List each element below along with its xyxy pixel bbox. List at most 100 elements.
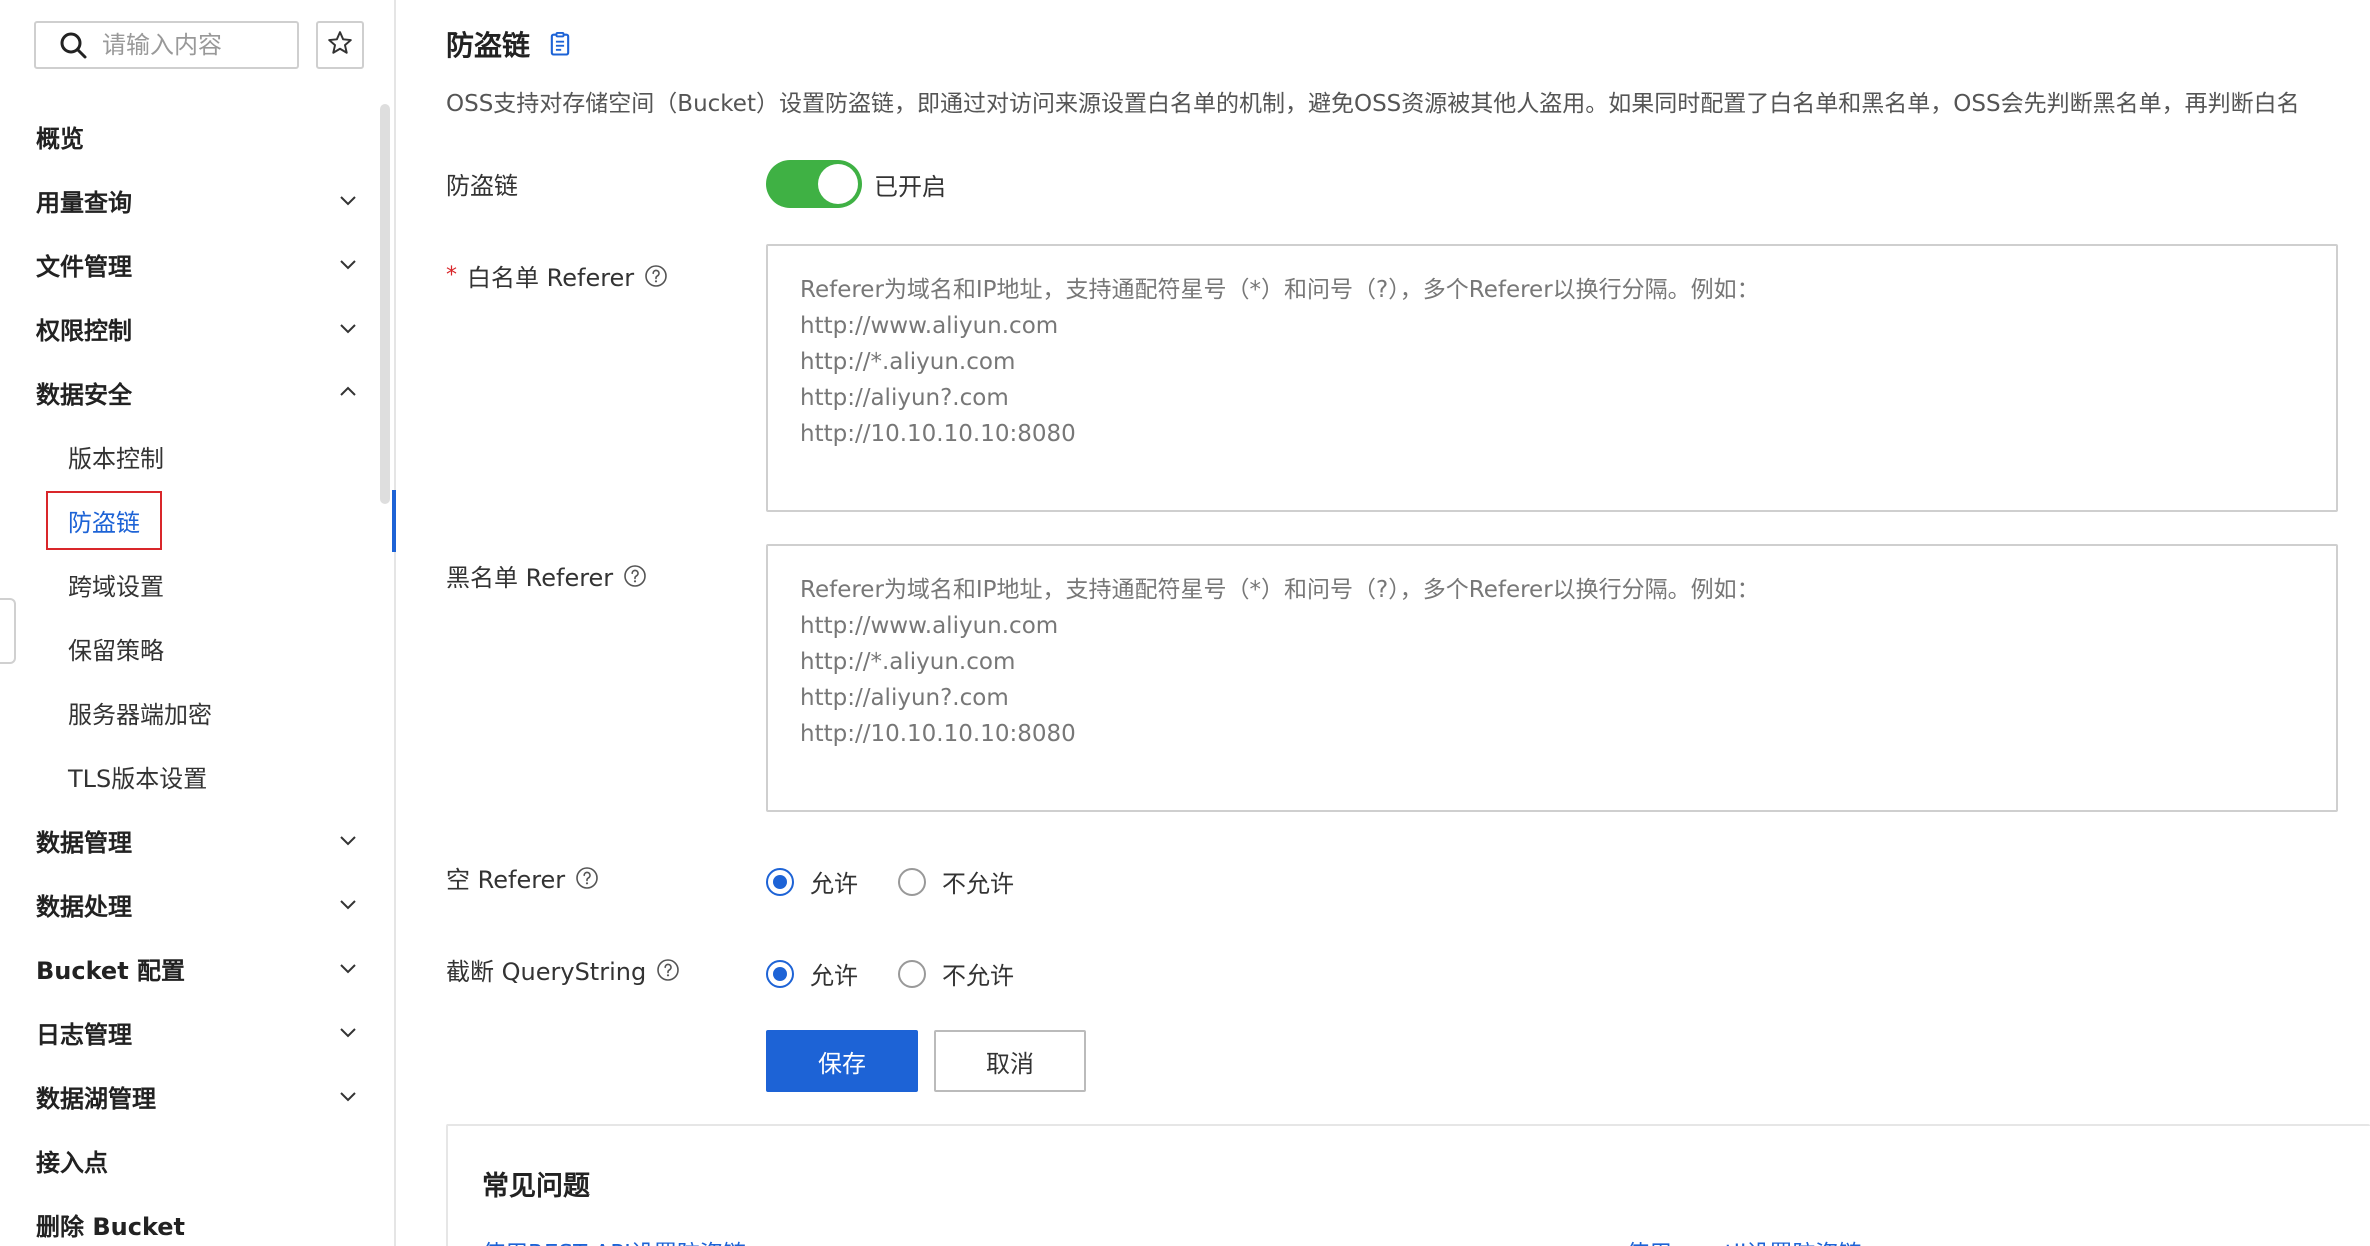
- sidebar-item-data-management[interactable]: 数据管理: [0, 808, 380, 872]
- sidebar-item-label: 服务器端加密: [68, 700, 212, 729]
- radio-circle-checked: [766, 867, 794, 896]
- sidebar: 概览 用量查询 文件管理 权限控制 数据安全 版本控制 防盗链: [0, 0, 402, 1246]
- sidebar-item-label: 数据处理: [36, 892, 132, 921]
- sidebar-item-label: 数据安全: [36, 380, 132, 409]
- chevron-down-icon: [340, 1092, 356, 1102]
- sidebar-nav: 概览 用量查询 文件管理 权限控制 数据安全 版本控制 防盗链 跨域设置 保留策…: [0, 104, 380, 1246]
- search-icon: [54, 23, 94, 67]
- blacklist-label-text: 黑名单 Referer: [446, 564, 614, 592]
- faq-link-rest-api[interactable]: 使用REST API设置防盗链: [482, 1234, 746, 1246]
- radio-label: 不允许: [942, 870, 1014, 898]
- empty-referer-deny-radio[interactable]: 不允许: [898, 864, 1014, 899]
- sidebar-collapse-handle[interactable]: [0, 598, 16, 664]
- sidebar-item-data-processing[interactable]: 数据处理: [0, 872, 380, 936]
- empty-referer-radio-group: 允许 不允许: [766, 864, 1054, 899]
- radio-label: 允许: [810, 962, 858, 990]
- sidebar-item-logging[interactable]: 日志管理: [0, 1000, 380, 1064]
- sidebar-subitem-cors[interactable]: 跨域设置: [0, 552, 380, 616]
- sidebar-item-label: 日志管理: [36, 1020, 132, 1049]
- chevron-down-icon: [340, 836, 356, 846]
- sidebar-item-label: 概览: [36, 124, 84, 153]
- truncate-querystring-label: 截断 QueryString: [446, 952, 680, 987]
- sidebar-item-label: 删除 Bucket: [36, 1212, 186, 1241]
- sidebar-item-label: 版本控制: [68, 444, 164, 473]
- radio-label: 不允许: [942, 962, 1014, 990]
- radio-label: 允许: [810, 870, 858, 898]
- sidebar-item-overview[interactable]: 概览: [0, 104, 380, 168]
- radio-circle: [898, 867, 926, 896]
- whitelist-label-text: 白名单 Referer: [467, 264, 635, 292]
- sidebar-item-label: 用量查询: [36, 188, 132, 217]
- faq-title: 常见问题: [482, 1171, 590, 1202]
- sidebar-item-label: TLS版本设置: [68, 764, 208, 793]
- sidebar-item-label: 权限控制: [36, 316, 132, 345]
- chevron-down-icon: [340, 1028, 356, 1038]
- sidebar-item-bucket-config[interactable]: Bucket 配置: [0, 936, 380, 1000]
- sidebar-item-delete-bucket[interactable]: 删除 Bucket: [0, 1192, 380, 1246]
- hotlink-status-text: 已开启: [874, 172, 946, 201]
- sidebar-subitem-versioning[interactable]: 版本控制: [0, 424, 380, 488]
- app-root: 概览 用量查询 文件管理 权限控制 数据安全 版本控制 防盗链: [0, 0, 2370, 1246]
- save-button[interactable]: 保存: [766, 1030, 918, 1092]
- help-icon[interactable]: [575, 866, 599, 890]
- chevron-down-icon: [340, 196, 356, 206]
- cancel-button[interactable]: 取消: [934, 1030, 1086, 1092]
- empty-referer-label: 空 Referer: [446, 860, 599, 895]
- chevron-down-icon: [340, 964, 356, 974]
- sidebar-item-usage[interactable]: 用量查询: [0, 168, 380, 232]
- favorite-button[interactable]: [316, 21, 364, 69]
- truncate-querystring-allow-radio[interactable]: 允许: [766, 956, 858, 991]
- sidebar-item-label: 接入点: [36, 1148, 108, 1177]
- main-content: 防盗链 OSS支持对存储空间（Bucket）设置防盗链，即通过对访问来源设置白名…: [446, 0, 2370, 1246]
- sidebar-item-label: 跨域设置: [68, 572, 164, 601]
- sidebar-item-label: 文件管理: [36, 252, 132, 281]
- truncate-querystring-label-text: 截断 QueryString: [446, 958, 647, 986]
- sidebar-item-files[interactable]: 文件管理: [0, 232, 380, 296]
- sidebar-item-label: 防盗链: [46, 490, 162, 550]
- sidebar-subitem-encryption[interactable]: 服务器端加密: [0, 680, 380, 744]
- page-header: 防盗链: [446, 24, 574, 64]
- sidebar-item-label: Bucket 配置: [36, 956, 186, 985]
- sidebar-item-label: 数据管理: [36, 828, 132, 857]
- help-icon[interactable]: [656, 958, 680, 982]
- sidebar-subitem-hotlink-protection[interactable]: 防盗链: [0, 488, 380, 552]
- sidebar-item-data-lake[interactable]: 数据湖管理: [0, 1064, 380, 1128]
- document-icon[interactable]: [546, 30, 574, 58]
- radio-circle: [898, 959, 926, 988]
- sidebar-scrollbar[interactable]: [380, 104, 390, 504]
- toggle-knob: [818, 164, 858, 204]
- help-icon[interactable]: [644, 264, 668, 288]
- blacklist-referer-input[interactable]: [766, 544, 2338, 812]
- empty-referer-allow-radio[interactable]: 允许: [766, 864, 858, 899]
- chevron-down-icon: [340, 324, 356, 334]
- faq-panel: 常见问题 使用REST API设置防盗链 使用ossutil设置防盗链: [446, 1124, 2370, 1246]
- page-description: OSS支持对存储空间（Bucket）设置防盗链，即通过对访问来源设置白名单的机制…: [446, 91, 2300, 117]
- hotlink-toggle[interactable]: [766, 160, 862, 208]
- whitelist-referer-input[interactable]: [766, 244, 2338, 512]
- chevron-down-icon: [340, 260, 356, 270]
- faq-link-ossutil[interactable]: 使用ossutil设置防盗链: [1626, 1234, 1861, 1246]
- blacklist-label: 黑名单 Referer: [446, 558, 647, 593]
- help-icon[interactable]: [623, 564, 647, 588]
- sidebar-item-permissions[interactable]: 权限控制: [0, 296, 380, 360]
- sidebar-item-access-points[interactable]: 接入点: [0, 1128, 380, 1192]
- hotlink-label-text: 防盗链: [446, 172, 518, 200]
- sidebar-item-data-security[interactable]: 数据安全: [0, 360, 380, 424]
- hotlink-toggle-group: 已开启: [766, 160, 946, 208]
- whitelist-label: * 白名单 Referer: [446, 258, 668, 293]
- star-icon: [327, 30, 353, 60]
- chevron-up-icon: [340, 386, 356, 396]
- sidebar-subitem-tls[interactable]: TLS版本设置: [0, 744, 380, 808]
- chevron-down-icon: [340, 900, 356, 910]
- page-title: 防盗链: [446, 29, 531, 62]
- sidebar-search-box[interactable]: [34, 21, 402, 69]
- empty-referer-label-text: 空 Referer: [446, 866, 566, 894]
- sidebar-active-indicator: [392, 490, 396, 552]
- truncate-querystring-radio-group: 允许 不允许: [766, 956, 1054, 991]
- required-mark: *: [446, 263, 457, 288]
- sidebar-subitem-retention[interactable]: 保留策略: [0, 616, 380, 680]
- truncate-querystring-deny-radio[interactable]: 不允许: [898, 956, 1014, 991]
- hotlink-label: 防盗链: [446, 166, 518, 201]
- sidebar-item-label: 保留策略: [68, 636, 164, 665]
- sidebar-item-label: 数据湖管理: [36, 1084, 156, 1113]
